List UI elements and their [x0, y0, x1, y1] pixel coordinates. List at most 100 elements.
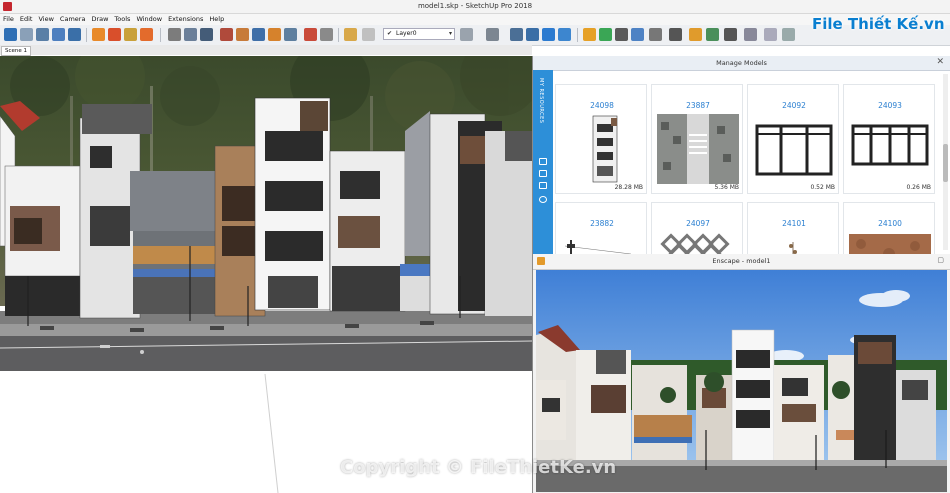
component-icon[interactable] — [362, 28, 375, 41]
sliders-icon[interactable] — [764, 28, 777, 41]
model-thumbnail — [849, 234, 931, 254]
orbit-icon[interactable] — [510, 28, 523, 41]
enscape-view-icon[interactable] — [615, 28, 628, 41]
main-toolbar: ✔ Layer0 ▾ — [0, 25, 950, 46]
zoom-icon[interactable] — [542, 28, 555, 41]
arc-icon[interactable] — [184, 28, 197, 41]
model-card[interactable]: 24097 — [651, 202, 743, 254]
close-icon[interactable]: ✕ — [936, 57, 944, 67]
model-card-size: 0.52 MB — [810, 184, 835, 191]
model-card-id: 23887 — [686, 101, 710, 110]
monitor-icon[interactable] — [52, 28, 65, 41]
model-thumbnail — [851, 124, 929, 166]
warehouse-icon[interactable] — [108, 28, 121, 41]
window-title: model1.skp - SketchUp Pro 2018 — [417, 2, 533, 10]
rotate-icon[interactable] — [200, 28, 213, 41]
model-card-id: 23882 — [590, 219, 614, 228]
model-thumbnail — [660, 233, 730, 254]
screenshot-icon[interactable] — [649, 28, 662, 41]
rectangle-tool-icon[interactable] — [36, 28, 49, 41]
model-card-id: 24092 — [782, 101, 806, 110]
eraser-icon[interactable] — [220, 28, 233, 41]
shadow-icon[interactable] — [486, 28, 499, 41]
line-tool-icon[interactable] — [20, 28, 33, 41]
info-icon[interactable] — [744, 28, 757, 41]
scissors-icon[interactable] — [304, 28, 317, 41]
enscape-title-bar: Enscape - model1 ▢ — [533, 254, 950, 270]
model-card[interactable]: 24100 — [843, 202, 935, 254]
model-card[interactable]: 23887 5.36 MB — [651, 84, 743, 194]
menu-view[interactable]: View — [35, 14, 56, 23]
toolbar-separator — [577, 28, 578, 42]
maximize-icon[interactable]: ▢ — [937, 256, 944, 264]
grid-icon[interactable] — [68, 28, 81, 41]
title-bar: model1.skp - SketchUp Pro 2018 — [0, 0, 950, 14]
model-thumbnail — [789, 242, 797, 254]
toolbar-separator — [160, 28, 161, 42]
vr-icon[interactable] — [724, 28, 737, 41]
scrollbar-thumb[interactable] — [943, 144, 948, 182]
menu-tools[interactable]: Tools — [111, 14, 133, 23]
tab-scene-1[interactable]: Scene 1 — [1, 46, 32, 56]
push-pull-icon[interactable] — [252, 28, 265, 41]
follow-me-icon[interactable] — [268, 28, 281, 41]
pan-icon[interactable] — [526, 28, 539, 41]
tape-icon[interactable] — [320, 28, 333, 41]
list-icon[interactable] — [782, 28, 795, 41]
menu-extensions[interactable]: Extensions — [165, 14, 206, 23]
manage-models-title: Manage Models — [716, 59, 767, 67]
sandbox-icon[interactable] — [92, 28, 105, 41]
video-icon[interactable] — [669, 28, 682, 41]
offset-icon[interactable] — [284, 28, 297, 41]
menu-help[interactable]: Help — [206, 14, 227, 23]
my-resources-label[interactable]: MY RESOURCES — [538, 78, 544, 123]
chevron-down-icon: ▾ — [448, 30, 452, 37]
folder-icon[interactable] — [539, 158, 547, 165]
scene-tab-bar: Scene 1 — [0, 45, 532, 56]
model-thumbnail — [564, 240, 632, 254]
menu-edit[interactable]: Edit — [17, 14, 36, 23]
enscape-camera-icon[interactable] — [631, 28, 644, 41]
model-card[interactable]: 23882 — [555, 202, 647, 254]
model-card[interactable]: 24098 28.28 MB — [555, 84, 647, 194]
section-icon[interactable] — [344, 28, 357, 41]
layers-icon[interactable] — [460, 28, 473, 41]
model-thumbnail — [657, 114, 739, 184]
manage-models-scrollbar[interactable] — [943, 74, 948, 250]
model-card-id: 24101 — [782, 219, 806, 228]
zoom-extents-icon[interactable] — [558, 28, 571, 41]
model-card-id: 24093 — [878, 101, 902, 110]
model-card[interactable]: 24101 — [747, 202, 839, 254]
menu-camera[interactable]: Camera — [57, 14, 89, 23]
enscape-title: Enscape - model1 — [712, 257, 771, 265]
gear-icon[interactable] — [140, 28, 153, 41]
enscape-start-icon[interactable] — [583, 28, 596, 41]
model-card[interactable]: 24093 0.26 MB — [843, 84, 935, 194]
menu-draw[interactable]: Draw — [88, 14, 111, 23]
select-tool-icon[interactable] — [4, 28, 17, 41]
model-card-id: 24100 — [878, 219, 902, 228]
file-icon[interactable] — [539, 182, 547, 189]
layer-check-icon: ✔ — [387, 30, 393, 37]
refresh-icon[interactable] — [539, 196, 547, 203]
layer-dropdown[interactable]: ✔ Layer0 ▾ — [383, 28, 455, 40]
monitor-icon[interactable] — [539, 170, 547, 177]
pencil-icon[interactable] — [168, 28, 181, 41]
brand-logo-text: File Thiết Kế.vn — [812, 15, 945, 33]
paint-bucket-icon[interactable] — [236, 28, 249, 41]
model-card[interactable]: 24092 0.52 MB — [747, 84, 839, 194]
extension-icon[interactable] — [124, 28, 137, 41]
model-viewport[interactable] — [0, 56, 533, 493]
brand-logo: File Thiết Kế.vn — [812, 9, 945, 43]
model-card-grid: 24098 28.28 MB 23887 5.36 MB 24092 0.52 … — [555, 70, 940, 254]
model-card-size: 0.26 MB — [906, 184, 931, 191]
asset-library-icon[interactable] — [706, 28, 719, 41]
manage-models-header: Manage Models ✕ — [533, 56, 950, 71]
copyright-watermark: Copyright © FileThietKe.vn — [340, 457, 617, 478]
menu-window[interactable]: Window — [133, 14, 165, 23]
model-card-size: 28.28 MB — [614, 184, 643, 191]
menu-file[interactable]: File — [0, 14, 17, 23]
enscape-sync-icon[interactable] — [599, 28, 612, 41]
model-thumbnail — [592, 115, 618, 183]
enscape-settings-icon[interactable] — [689, 28, 702, 41]
